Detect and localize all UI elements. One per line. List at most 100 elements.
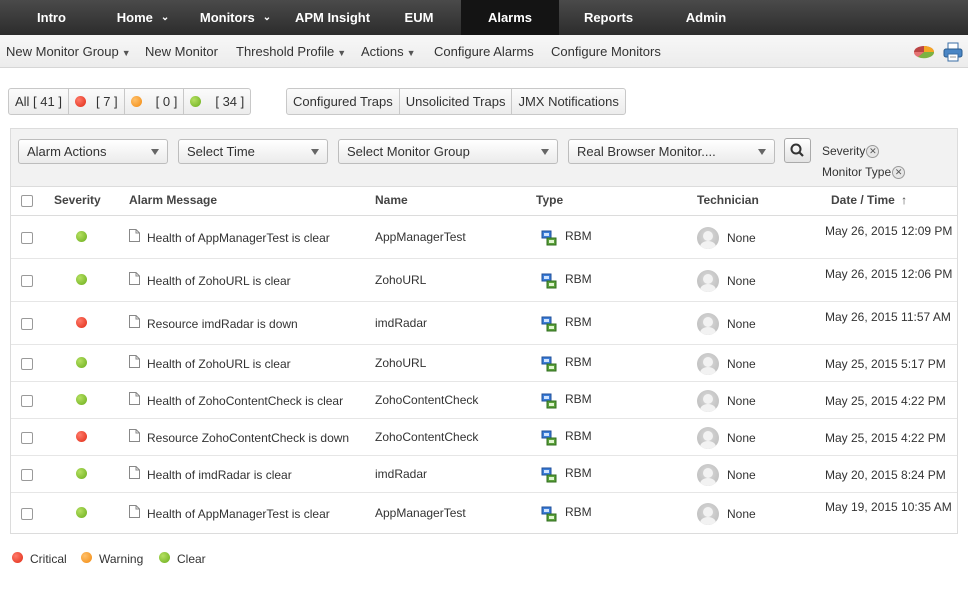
printer-icon[interactable]	[943, 42, 963, 62]
threshold-profile-menu[interactable]: Threshold Profile ▼	[236, 44, 346, 59]
jmx-notifications-tab[interactable]: JMX Notifications	[512, 89, 624, 114]
chevron-down-icon[interactable]: ⌄	[161, 12, 169, 23]
severity-filter-group: All [ 41 ] [ 7 ] [ 0 ] [ 34 ]	[8, 88, 252, 115]
header-name[interactable]: Name	[375, 193, 408, 207]
header-label: Date / Time	[831, 193, 895, 207]
alarm-message-link[interactable]: Resource imdRadar is down	[147, 317, 298, 331]
header-technician[interactable]: Technician	[697, 193, 759, 207]
row-checkbox[interactable]	[21, 469, 33, 481]
alarm-message-link[interactable]: Health of AppManagerTest is clear	[147, 231, 330, 245]
table-row[interactable]: Health of AppManagerTest is clear AppMana…	[11, 216, 957, 259]
tab-alarms[interactable]: Alarms	[461, 0, 559, 35]
technician-link[interactable]: None	[727, 431, 756, 445]
filter-critical[interactable]: [ 7 ]	[69, 89, 125, 114]
header-severity[interactable]: Severity	[54, 193, 101, 207]
header-alarm-message[interactable]: Alarm Message	[129, 193, 217, 207]
document-icon	[129, 315, 140, 328]
alarm-message-link[interactable]: Health of AppManagerTest is clear	[147, 507, 330, 521]
table-row[interactable]: Health of imdRadar is clear imdRadar RBM No…	[11, 456, 957, 493]
new-monitor-group-menu[interactable]: New Monitor Group ▼	[6, 44, 131, 59]
table-row[interactable]: Resource ZohoContentCheck is down ZohoCon…	[11, 419, 957, 456]
alarm-message-link[interactable]: Resource ZohoContentCheck is down	[147, 431, 349, 445]
technician-link[interactable]: None	[727, 507, 756, 521]
row-checkbox[interactable]	[21, 432, 33, 444]
alarms-panel: Alarm Actions Select Time Select Monitor…	[10, 128, 958, 534]
monitor-name-link[interactable]: AppManagerTest	[375, 506, 466, 520]
alarm-actions-select[interactable]: Alarm Actions	[18, 139, 168, 164]
monitor-group-select[interactable]: Select Monitor Group	[338, 139, 558, 164]
alarm-message-link[interactable]: Health of imdRadar is clear	[147, 468, 292, 482]
clear-dot-icon	[190, 96, 202, 107]
technician-link[interactable]: None	[727, 394, 756, 408]
tab-label: Intro	[37, 10, 66, 25]
select-time-select[interactable]: Select Time	[178, 139, 328, 164]
monitor-name-link[interactable]: ZohoContentCheck	[375, 393, 478, 407]
filter-clear[interactable]: [ 34 ]	[184, 89, 250, 114]
select-all-checkbox[interactable]	[21, 195, 33, 207]
chevron-down-icon[interactable]: ⌄	[263, 12, 271, 23]
header-type[interactable]: Type	[536, 193, 563, 207]
legend-critical: Critical	[12, 552, 67, 566]
remove-criteria-icon[interactable]: ✕	[892, 166, 906, 180]
row-checkbox[interactable]	[21, 358, 33, 370]
avatar-icon	[697, 270, 719, 292]
technician-link[interactable]: None	[727, 357, 756, 371]
tab-monitors[interactable]: Monitors ⌄	[183, 0, 288, 35]
monitor-name-link[interactable]: AppManagerTest	[375, 230, 466, 244]
monitor-type-select[interactable]: Real Browser Monitor....	[568, 139, 775, 164]
tab-apm-insight[interactable]: APM Insight	[288, 0, 377, 35]
configured-traps-tab[interactable]: Configured Traps	[287, 89, 400, 114]
row-checkbox[interactable]	[21, 395, 33, 407]
monitor-name-link[interactable]: imdRadar	[375, 467, 427, 481]
filter-warning[interactable]: [ 0 ]	[125, 89, 185, 114]
row-checkbox[interactable]	[21, 232, 33, 244]
severity-clear-icon	[76, 274, 87, 285]
table-row[interactable]: Resource imdRadar is down imdRadar RBM None…	[11, 302, 957, 345]
monitor-name-link[interactable]: ZohoURL	[375, 273, 426, 287]
tab-admin[interactable]: Admin	[658, 0, 754, 35]
pie-chart-icon[interactable]	[913, 43, 935, 59]
new-monitor-link[interactable]: New Monitor	[145, 44, 218, 59]
row-checkbox[interactable]	[21, 275, 33, 287]
severity-critical-icon	[76, 317, 87, 328]
tab-intro[interactable]: Intro	[0, 0, 103, 35]
table-row[interactable]: Health of ZohoURL is clear ZohoURL RBM None…	[11, 259, 957, 302]
alarm-message-link[interactable]: Health of ZohoContentCheck is clear	[147, 394, 343, 408]
legend-clear: Clear	[159, 552, 206, 566]
menu-label: Actions	[361, 44, 404, 59]
alarm-message-link[interactable]: Health of ZohoURL is clear	[147, 274, 291, 288]
caret-down-icon: ▼	[121, 48, 131, 58]
monitor-type-label: RBM	[565, 355, 592, 369]
document-icon	[129, 505, 140, 518]
technician-link[interactable]: None	[727, 231, 756, 245]
technician-link[interactable]: None	[727, 468, 756, 482]
filter-all[interactable]: All [ 41 ]	[9, 89, 69, 114]
tab-reports[interactable]: Reports	[559, 0, 658, 35]
unsolicited-traps-tab[interactable]: Unsolicited Traps	[400, 89, 513, 114]
technician-link[interactable]: None	[727, 274, 756, 288]
row-checkbox[interactable]	[21, 508, 33, 520]
tab-label: EUM	[404, 10, 434, 25]
alarm-date: May 26, 2015 11:57 AM	[825, 310, 951, 324]
search-button[interactable]	[784, 138, 811, 163]
legend-label: Clear	[177, 552, 206, 566]
monitor-name-link[interactable]: imdRadar	[375, 316, 427, 330]
row-checkbox[interactable]	[21, 318, 33, 330]
tab-eum[interactable]: EUM	[377, 0, 461, 35]
configure-monitors-link[interactable]: Configure Monitors	[551, 44, 661, 59]
technician-link[interactable]: None	[727, 317, 756, 331]
table-row[interactable]: Health of ZohoContentCheck is clear ZohoC…	[11, 382, 957, 419]
actions-menu[interactable]: Actions ▼	[361, 44, 416, 59]
tab-label: Admin	[685, 10, 727, 25]
tab-home[interactable]: Home ⌄	[103, 0, 183, 35]
remove-criteria-icon[interactable]: ✕	[866, 145, 880, 159]
severity-clear-icon	[76, 468, 87, 479]
configure-alarms-link[interactable]: Configure Alarms	[434, 44, 534, 59]
table-row[interactable]: Health of AppManagerTest is clear AppMana…	[11, 493, 957, 535]
monitor-name-link[interactable]: ZohoURL	[375, 356, 426, 370]
monitor-name-link[interactable]: ZohoContentCheck	[375, 430, 478, 444]
table-row[interactable]: Health of ZohoURL is clear ZohoURL RBM None…	[11, 345, 957, 382]
header-date-time[interactable]: Date / Time ↑	[831, 193, 907, 207]
alarm-message-link[interactable]: Health of ZohoURL is clear	[147, 357, 291, 371]
critical-dot-icon	[74, 96, 86, 107]
